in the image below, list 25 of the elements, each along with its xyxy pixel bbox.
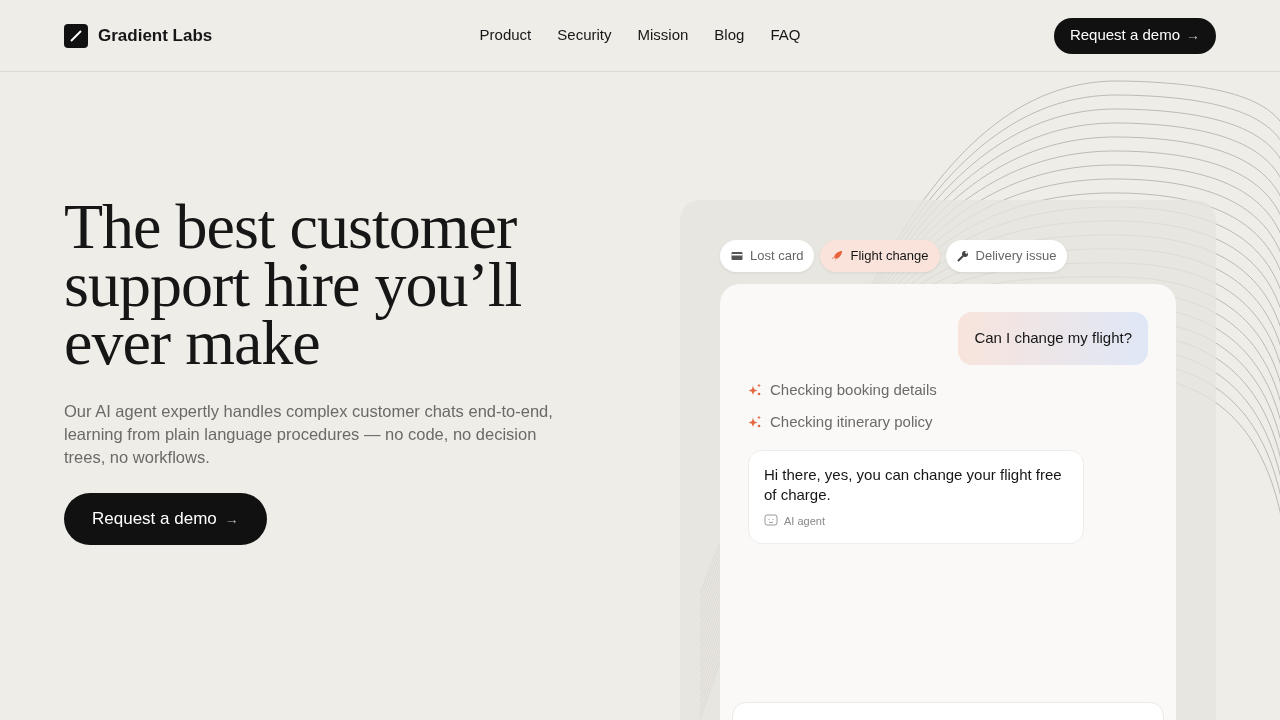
hero-description: Our AI agent expertly handles complex customer chats end-to-end, learning from plain language procedures — no code, no decision trees, no workflows. [64,401,554,468]
chat-bubble-icon [764,513,778,528]
rocket-icon [831,250,844,262]
sparkle-icon [748,382,762,397]
nav-link[interactable]: Mission [637,24,689,47]
status-step: Checking itinerary policy [770,411,933,434]
card-icon [731,251,743,261]
sparkle-icon [748,415,762,430]
nav-link[interactable]: Security [557,24,612,47]
nav-link[interactable]: Blog [714,24,745,47]
request-demo-button[interactable]: Request a demo → [64,493,267,545]
nav-link[interactable]: FAQ [770,24,801,47]
status-step: Checking booking details [770,378,937,401]
wrench-icon [956,250,969,262]
request-demo-button[interactable]: Request a demo → [1053,17,1216,54]
logo-icon [64,23,88,48]
agent-message-text: Hi there, yes, you can change your flight free of charge. [764,464,1063,505]
scenario-tab[interactable]: Lost card [720,240,815,272]
scenario-tab[interactable]: Delivery issue [945,240,1068,272]
customer-message: Can I change my flight? [958,312,1148,365]
scenario-tab[interactable]: Flight change [820,240,940,272]
hero-headline: The best customer support hire you’ll ever make [64,198,523,372]
sender-label: AI agent [784,513,825,529]
nav-link[interactable]: Product [479,24,532,47]
logo-text: Gradient Labs [98,24,213,47]
